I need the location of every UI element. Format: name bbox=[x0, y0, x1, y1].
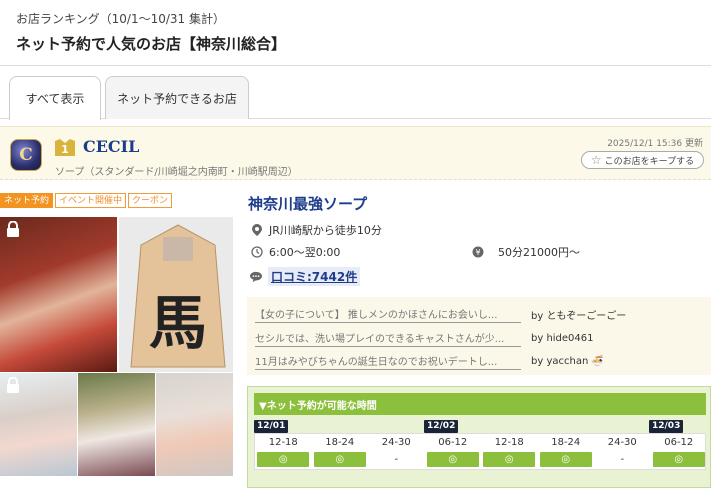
slot-time: 18-24 bbox=[551, 437, 581, 448]
slot-time: 24-30 bbox=[381, 437, 411, 448]
slot-available-mark[interactable]: ◎ bbox=[483, 452, 536, 467]
lock-icon bbox=[7, 377, 19, 393]
rank-number: 1 bbox=[61, 143, 69, 156]
photo-gallery: 馬 bbox=[0, 217, 233, 476]
date-label: 12/01 bbox=[254, 420, 289, 433]
slot-row: 12-18 ◎ 18-24 ◎ 24-30 - 06-12 ◎ 12-18 ◎ … bbox=[254, 433, 706, 470]
page-title: ネット予約で人気のお店【神奈川総合】 bbox=[16, 35, 287, 53]
clock-icon bbox=[251, 246, 263, 258]
review-text[interactable]: 11月はみやびちゃんの誕生日なのでお祝いデートし... bbox=[255, 353, 521, 370]
time-slot[interactable]: 18-24 ◎ bbox=[312, 434, 369, 467]
hours-row: 6:00～翌0:00 bbox=[251, 244, 340, 260]
cast-photo-4[interactable] bbox=[156, 373, 233, 476]
yen-icon: ¥ bbox=[472, 246, 484, 258]
svg-text:¥: ¥ bbox=[475, 248, 480, 257]
slot-time: 06-12 bbox=[664, 437, 694, 448]
shop-logo[interactable]: C bbox=[10, 139, 42, 171]
slot-time: 06-12 bbox=[438, 437, 468, 448]
shop-catchcopy: 神奈川最強ソープ bbox=[248, 195, 368, 213]
lock-icon bbox=[7, 221, 19, 237]
slot-available-mark[interactable]: ◎ bbox=[426, 452, 479, 467]
shogi-piece-image[interactable]: 馬 bbox=[119, 217, 233, 372]
tag-coupon: クーポン bbox=[128, 193, 173, 208]
slot-available-mark[interactable]: ◎ bbox=[539, 452, 592, 467]
slot-time: 18-24 bbox=[325, 437, 355, 448]
star-icon: ☆ bbox=[590, 153, 602, 167]
ranking-period: お店ランキング（10/1～10/31 集計） bbox=[16, 12, 225, 26]
review-item[interactable]: 【女の子について】 推しメンのかほさんにお会いし... by ともぞーごーごー bbox=[255, 306, 626, 323]
updated-timestamp: 2025/12/1 15:36 更新 bbox=[607, 139, 703, 149]
review-author: by yacchan bbox=[531, 356, 589, 367]
date-label: 12/02 bbox=[424, 420, 459, 433]
slot-time: 12-18 bbox=[494, 437, 524, 448]
slot-time: 24-30 bbox=[607, 437, 637, 448]
time-slot[interactable]: 12-18 ◎ bbox=[255, 434, 312, 467]
date-label: 12/03 bbox=[649, 420, 684, 433]
tab-all[interactable]: すべて表示 bbox=[9, 76, 101, 120]
slot-available-mark[interactable]: ◎ bbox=[257, 452, 310, 467]
shogi-piece-icon: 馬 bbox=[130, 224, 226, 368]
slot-time: 12-18 bbox=[268, 437, 298, 448]
keep-shop-button[interactable]: ☆ このお店をキープする bbox=[581, 151, 704, 169]
shop-name-link[interactable]: CECIL bbox=[83, 137, 139, 156]
time-slot[interactable]: 18-24 ◎ bbox=[538, 434, 595, 467]
booking-heading: ▼ネット予約が可能な時間 bbox=[254, 393, 706, 415]
price-text: 50分21000円～ bbox=[498, 246, 580, 259]
review-author: by hide0461 bbox=[531, 333, 594, 344]
slot-unavailable-mark: - bbox=[394, 454, 399, 465]
tag-net-reservation: ネット予約 bbox=[0, 193, 54, 208]
shop-header: C 1 CECIL ソープ（スタンダード/川崎堀之内南町・川崎駅周辺） 2025… bbox=[0, 126, 711, 180]
tag-row: ネット予約 イベント開催中 クーポン bbox=[0, 193, 173, 208]
review-text[interactable]: セシルでは、洗い場プレイのできるキャストさんが少... bbox=[255, 330, 521, 347]
review-item[interactable]: 11月はみやびちゃんの誕生日なのでお祝いデートし... by yacchan 🍜 bbox=[255, 353, 604, 370]
price-row: ¥ 50分21000円～ bbox=[472, 244, 580, 260]
cast-photo-3[interactable] bbox=[78, 373, 155, 476]
time-slot[interactable]: 06-12 ◎ bbox=[425, 434, 482, 467]
slot-available-mark[interactable]: ◎ bbox=[652, 452, 705, 467]
booking-panel: ▼ネット予約が可能な時間 12/01 12/02 12/03 12-18 ◎ 1… bbox=[247, 386, 711, 488]
ramen-bowl-icon: 🍜 bbox=[591, 356, 604, 367]
speech-bubble-icon bbox=[250, 271, 262, 283]
access-row: JR川崎駅から徒歩10分 bbox=[251, 222, 382, 238]
review-list: 【女の子について】 推しメンのかほさんにお会いし... by ともぞーごーごー … bbox=[247, 297, 711, 375]
review-count-row: 口コミ:7442件 bbox=[250, 267, 361, 286]
time-slot[interactable]: 12-18 ◎ bbox=[481, 434, 538, 467]
access-text: JR川崎駅から徒歩10分 bbox=[269, 224, 382, 237]
review-text[interactable]: 【女の子について】 推しメンのかほさんにお会いし... bbox=[255, 306, 521, 323]
rank-badge-icon: 1 bbox=[55, 139, 75, 156]
shop-category: ソープ（スタンダード/川崎堀之内南町・川崎駅周辺） bbox=[55, 167, 298, 178]
tab-bar: すべて表示 ネット予約できるお店 bbox=[0, 66, 711, 120]
keep-shop-label: このお店をキープする bbox=[604, 156, 695, 167]
review-count-link[interactable]: 口コミ:7442件 bbox=[268, 267, 361, 286]
time-slot[interactable]: 06-12 ◎ bbox=[651, 434, 708, 467]
review-item[interactable]: セシルでは、洗い場プレイのできるキャストさんが少... by hide0461 bbox=[255, 330, 594, 347]
slot-unavailable-mark: - bbox=[620, 454, 625, 465]
time-slot: 24-30 - bbox=[368, 434, 425, 467]
time-slot: 24-30 - bbox=[594, 434, 651, 467]
tab-net-reservable[interactable]: ネット予約できるお店 bbox=[105, 76, 249, 119]
slot-available-mark[interactable]: ◎ bbox=[313, 452, 366, 467]
ranking-header: お店ランキング（10/1～10/31 集計） ネット予約で人気のお店【神奈川総合… bbox=[0, 0, 711, 66]
review-author: by ともぞーごーごー bbox=[531, 311, 627, 322]
map-pin-icon bbox=[251, 224, 263, 236]
shogi-piece-text: 馬 bbox=[149, 289, 207, 357]
cast-photo-2[interactable] bbox=[0, 373, 77, 476]
cast-photo-1[interactable] bbox=[0, 217, 117, 372]
tag-event: イベント開催中 bbox=[55, 193, 127, 208]
hours-text: 6:00～翌0:00 bbox=[269, 246, 341, 259]
